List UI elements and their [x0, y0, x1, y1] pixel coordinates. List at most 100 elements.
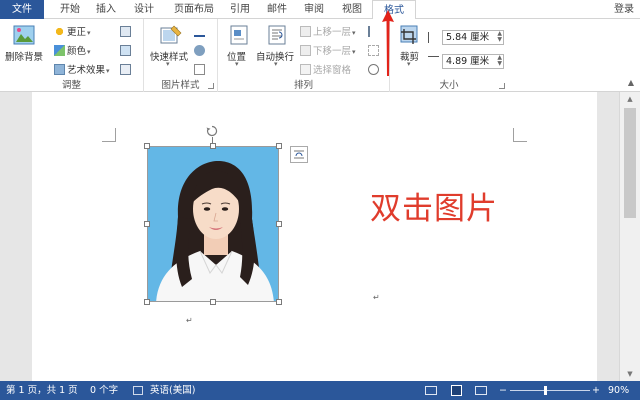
quick-styles-button[interactable]: 快速样式 ▾	[148, 23, 192, 71]
picture-layout-icon[interactable]	[194, 64, 205, 75]
collapse-ribbon-icon[interactable]: ▲	[628, 78, 634, 87]
shape-width-icon	[428, 56, 439, 66]
position-icon	[230, 25, 248, 45]
width-spinner-icon[interactable]: ▲ ▼	[497, 55, 502, 67]
zoom-out-icon[interactable]: −	[499, 381, 507, 400]
quick-styles-icon	[160, 25, 182, 44]
crop-button[interactable]: 裁剪 ▾	[394, 23, 426, 71]
shape-height-input[interactable]: 5.84 厘米 ▲ ▼	[442, 30, 504, 45]
rotate-handle-icon[interactable]	[206, 125, 218, 137]
shape-height-value: 5.84 厘米	[446, 32, 490, 43]
group-picture-styles-label: 图片样式	[161, 80, 200, 91]
tab-insert[interactable]: 插入	[90, 0, 122, 19]
crop-icon	[400, 25, 418, 44]
sun-icon	[54, 26, 65, 37]
word-count[interactable]: 0 个字	[90, 381, 118, 400]
resize-handle-bottom-left[interactable]	[144, 299, 150, 305]
send-backward-icon	[300, 45, 311, 56]
corrections-button[interactable]: 更正▾	[54, 24, 91, 38]
chevron-down-icon: ▾	[274, 60, 278, 68]
chevron-down-icon: ▾	[352, 48, 356, 56]
shape-width-input[interactable]: 4.89 厘米 ▲ ▼	[442, 54, 504, 69]
resize-handle-bottom-right[interactable]	[276, 299, 282, 305]
portrait-photo[interactable]	[147, 146, 279, 302]
wrap-text-icon	[268, 25, 286, 45]
chevron-down-icon: ▾	[166, 60, 170, 68]
height-spinner-icon[interactable]: ▲ ▼	[497, 31, 502, 43]
zoom-level[interactable]: 90%	[608, 381, 629, 400]
page-count[interactable]: 第 1 页，共 1 页	[6, 381, 78, 400]
shape-width-value: 4.89 厘米	[446, 56, 490, 67]
tab-review[interactable]: 审阅	[298, 0, 330, 19]
remove-background-icon	[13, 25, 35, 45]
group-arrange: 位置 ▾ 自动换行 ▾ 上移一层▾ 下移一层▾ 选择窗格 排列	[218, 19, 390, 92]
margin-corner-mark	[513, 128, 527, 142]
reset-picture-icon[interactable]	[120, 64, 131, 75]
chevron-down-icon: ▾	[352, 29, 356, 37]
chevron-down-icon: ▾	[235, 60, 239, 68]
read-mode-icon[interactable]	[425, 386, 437, 395]
artistic-effects-button[interactable]: 艺术效果▾	[54, 62, 110, 76]
chevron-down-icon: ▾	[407, 60, 411, 68]
group-arrange-label: 排列	[293, 80, 313, 91]
resize-handle-bottom[interactable]	[210, 299, 216, 305]
send-backward-button[interactable]: 下移一层▾	[300, 43, 356, 57]
red-arrow-icon	[382, 10, 394, 76]
web-layout-icon[interactable]	[475, 386, 487, 395]
scroll-down-icon[interactable]: ▼	[620, 367, 640, 381]
proofing-icon[interactable]	[133, 386, 143, 395]
portrait-image	[148, 147, 278, 301]
layout-options-icon	[294, 150, 304, 159]
resize-handle-top-left[interactable]	[144, 143, 150, 149]
resize-handle-top[interactable]	[210, 143, 216, 149]
zoom-slider-thumb[interactable]	[544, 386, 547, 395]
selection-pane-label: 选择窗格	[313, 65, 352, 76]
selection-pane-icon	[300, 64, 311, 75]
shape-height-icon	[428, 32, 438, 43]
group-adjust-label: 调整	[61, 80, 81, 91]
remove-background-button[interactable]: 删除背景	[3, 23, 47, 67]
resize-handle-left[interactable]	[144, 221, 150, 227]
send-backward-label: 下移一层	[313, 46, 352, 57]
tab-references[interactable]: 引用	[224, 0, 256, 19]
compress-pictures-icon[interactable]	[120, 26, 131, 37]
resize-handle-right[interactable]	[276, 221, 282, 227]
color-button[interactable]: 颜色▾	[54, 43, 91, 57]
tab-page-layout[interactable]: 页面布局	[168, 0, 220, 19]
artistic-effects-icon	[54, 64, 65, 75]
document-page[interactable]	[32, 92, 597, 381]
bring-forward-button[interactable]: 上移一层▾	[300, 24, 356, 38]
group-size: 裁剪 ▾ 5.84 厘米 ▲ ▼ 4.89 厘米 ▲ ▼ 大小	[390, 19, 508, 92]
group-adjust: 删除背景 更正▾ 颜色▾ 艺术效果▾ 调整	[0, 19, 144, 92]
selection-pane-button[interactable]: 选择窗格	[300, 62, 351, 76]
language-indicator[interactable]: 英语(美国)	[150, 381, 195, 400]
change-picture-icon[interactable]	[120, 45, 131, 56]
picture-effects-icon[interactable]	[194, 45, 205, 56]
chevron-down-icon: ▾	[87, 29, 91, 37]
tab-home[interactable]: 开始	[54, 0, 86, 19]
vertical-scrollbar[interactable]: ▲ ▼	[619, 92, 640, 381]
tab-view[interactable]: 视图	[336, 0, 368, 19]
annotation-text: 双击图片	[370, 191, 498, 227]
zoom-in-icon[interactable]: +	[592, 381, 600, 400]
picture-border-icon[interactable]	[194, 26, 205, 37]
wrap-text-button[interactable]: 自动换行 ▾	[256, 23, 300, 71]
tab-mailings[interactable]: 邮件	[261, 0, 293, 19]
print-layout-icon[interactable]	[451, 385, 462, 396]
margin-corner-mark	[102, 128, 116, 142]
scroll-up-icon[interactable]: ▲	[620, 92, 640, 106]
chevron-down-icon: ▾	[87, 48, 91, 56]
scrollbar-thumb[interactable]	[624, 108, 636, 218]
tab-file[interactable]: 文件	[0, 0, 44, 19]
layout-options-button[interactable]	[290, 146, 308, 163]
resize-handle-top-right[interactable]	[276, 143, 282, 149]
size-launcher-icon[interactable]	[499, 83, 505, 89]
tab-design[interactable]: 设计	[128, 0, 160, 19]
login-link[interactable]: 登录	[614, 0, 634, 19]
zoom-slider-track[interactable]	[510, 390, 590, 391]
document-area: ▲ ▼	[0, 92, 640, 381]
corrections-label: 更正	[67, 27, 87, 38]
position-button[interactable]: 位置 ▾	[224, 23, 254, 71]
picture-styles-launcher-icon[interactable]	[208, 83, 214, 89]
remove-background-label: 删除背景	[5, 52, 44, 63]
